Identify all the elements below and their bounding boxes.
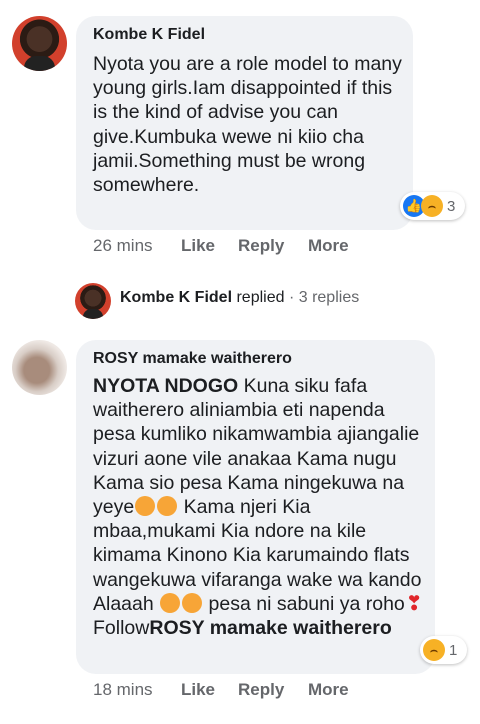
avatar[interactable] — [75, 283, 111, 319]
haha-icon: ⌢ — [421, 195, 443, 217]
more-button[interactable]: More — [308, 236, 349, 256]
comment-text: NYOTA NDOGO Kuna siku fafa waitherero al… — [93, 374, 429, 640]
shrug-emoji-icon — [182, 592, 203, 613]
reply-button[interactable]: Reply — [238, 236, 284, 256]
comment-time[interactable]: 18 mins — [93, 680, 153, 700]
comment-bubble: ROSY mamake waitherero NYOTA NDOGO Kuna … — [76, 340, 435, 674]
reply-count: 3 replies — [298, 289, 360, 306]
comment-text-part: pesa ni sabuni ya roho — [203, 592, 405, 615]
woman-emoji-icon — [135, 496, 156, 517]
mention-tag[interactable]: NYOTA NDOGO — [93, 375, 238, 397]
more-button[interactable]: More — [308, 680, 349, 700]
reply-button[interactable]: Reply — [238, 680, 284, 700]
avatar[interactable] — [12, 16, 67, 71]
reaction-count: 3 — [447, 197, 456, 215]
view-replies-link[interactable]: Kombe K Fidel replied · 3 replies — [120, 289, 359, 307]
comment-time[interactable]: 26 mins — [93, 236, 153, 256]
separator: · — [288, 289, 295, 306]
follow-label: Follow — [93, 617, 150, 640]
comment-author[interactable]: Kombe K Fidel — [93, 26, 205, 44]
comment-author[interactable]: ROSY mamake waitherero — [93, 350, 292, 368]
reaction-count: 1 — [449, 641, 458, 659]
avatar[interactable] — [12, 340, 67, 395]
haha-icon: ⌢ — [423, 639, 445, 661]
comment-text: Nyota you are a role model to many young… — [93, 53, 408, 197]
comment-bubble: Kombe K Fidel Nyota you are a role model… — [76, 16, 413, 230]
reaction-summary[interactable]: ⌢ 1 — [420, 636, 467, 664]
reply-author: Kombe K Fidel — [120, 289, 233, 306]
like-button[interactable]: Like — [181, 236, 215, 256]
heart-exclamation-icon: ❣ — [405, 592, 423, 615]
reaction-summary[interactable]: 👍 ⌢ 3 — [400, 192, 465, 220]
like-button[interactable]: Like — [181, 680, 215, 700]
reply-verb: replied — [236, 289, 285, 306]
shrug-emoji-icon — [160, 592, 181, 613]
woman-emoji-icon — [157, 496, 178, 517]
follow-name[interactable]: ROSY mamake waitherero — [149, 617, 391, 639]
